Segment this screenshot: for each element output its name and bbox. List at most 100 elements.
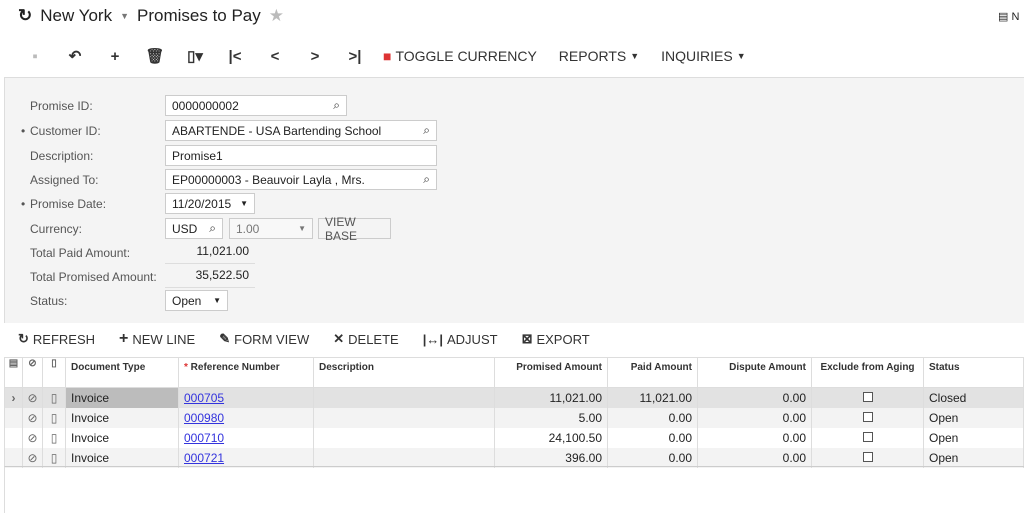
promised-amount-cell[interactable]: 11,021.00	[494, 387, 608, 408]
new-line-button[interactable]: + NEW LINE	[119, 330, 195, 348]
reference-number-link[interactable]: 000980	[184, 411, 224, 425]
col-reference-number[interactable]: * Reference Number	[178, 357, 314, 388]
toggle-currency-button[interactable]: ■ TOGGLE CURRENCY	[383, 48, 537, 64]
col-promised-amount[interactable]: Promised Amount	[494, 357, 608, 388]
document-type-cell[interactable]: Invoice	[65, 387, 179, 408]
first-record-icon[interactable]: |<	[215, 44, 255, 68]
document-type-cell[interactable]: Invoice	[65, 427, 179, 448]
undo-icon[interactable]: ↶	[55, 44, 95, 68]
row-selector[interactable]	[4, 447, 23, 468]
promise-id-value: 0000000002	[172, 98, 239, 113]
form-view-button[interactable]: ✎ FORM VIEW	[219, 330, 309, 348]
exclude-checkbox[interactable]	[862, 451, 873, 462]
document-type-cell[interactable]: Invoice	[65, 407, 179, 428]
adjust-button[interactable]: |↔| ADJUST	[423, 330, 498, 348]
col-paid-amount[interactable]: Paid Amount	[607, 357, 698, 388]
promised-amount-cell[interactable]: 396.00	[494, 447, 608, 468]
attachment-icon[interactable]: ⊘	[22, 387, 43, 408]
table-row[interactable]: › ⊘ ▯ Invoice 000705 11,021.00 11,021.00…	[4, 387, 1024, 408]
promised-amount-cell[interactable]: 5.00	[494, 407, 608, 428]
delete-button[interactable]: ✕ DELETE	[333, 330, 398, 348]
exclude-from-aging-cell	[811, 387, 924, 408]
last-record-icon[interactable]: >|	[335, 44, 375, 68]
exclude-checkbox[interactable]	[862, 411, 873, 422]
clipboard-icon[interactable]: ▯▾	[175, 44, 215, 68]
attachment-icon[interactable]: ⊘	[22, 447, 43, 468]
page-title: Promises to Pay	[137, 6, 261, 25]
customer-id-field[interactable]: ABARTENDE - USA Bartending School ⌕	[165, 120, 437, 141]
attachment-icon[interactable]: ⊘	[22, 407, 43, 428]
form-view-label: FORM VIEW	[234, 331, 310, 347]
row-selector[interactable]: ›	[4, 387, 23, 408]
reference-number-link[interactable]: 000721	[184, 451, 224, 465]
previous-record-icon[interactable]: <	[255, 44, 295, 68]
col-description[interactable]: Description	[313, 357, 495, 388]
chevron-down-icon: ▼	[213, 296, 221, 305]
promise-date-field[interactable]: 11/20/2015 ▼	[165, 193, 255, 214]
documents-grid: ▤ ⊘ ▯ Document Type * Reference Number D…	[4, 357, 1024, 468]
inquiries-label: INQUIRIES	[661, 48, 733, 64]
exclude-checkbox[interactable]	[862, 391, 873, 402]
description-cell[interactable]	[313, 407, 495, 428]
note-icon[interactable]: ▯	[42, 387, 66, 408]
currency-field[interactable]: USD ⌕	[165, 218, 223, 239]
save-icon[interactable]: ▪	[15, 44, 55, 68]
status-field[interactable]: Open ▼	[165, 290, 228, 311]
row-selector-icon[interactable]: ▤	[4, 357, 23, 388]
reports-menu[interactable]: REPORTS ▼	[559, 48, 639, 64]
currency-rate-value: 1.00	[236, 221, 260, 236]
dispute-amount-cell: 0.00	[697, 407, 812, 428]
chevron-down-icon[interactable]: ▼	[120, 11, 129, 21]
currency-rate-field[interactable]: 1.00 ▼	[229, 218, 313, 239]
add-icon[interactable]: +	[95, 44, 135, 68]
chevron-down-icon: ▼	[298, 224, 306, 233]
search-icon[interactable]: ⌕	[209, 221, 216, 236]
search-icon[interactable]: ⌕	[333, 98, 340, 113]
table-row[interactable]: ⊘ ▯ Invoice 000980 5.00 0.00 0.00 Open	[4, 407, 1024, 428]
inquiries-menu[interactable]: INQUIRIES ▼	[661, 48, 746, 64]
promised-amount-cell[interactable]: 24,100.50	[494, 427, 608, 448]
chevron-down-icon[interactable]: ▼	[240, 199, 248, 208]
table-row[interactable]: ⊘ ▯ Invoice 000710 24,100.50 0.00 0.00 O…	[4, 427, 1024, 448]
note-icon[interactable]: ▯	[42, 427, 66, 448]
col-exclude-from-aging[interactable]: Exclude from Aging	[811, 357, 924, 388]
reference-number-link[interactable]: 000705	[184, 391, 224, 405]
table-row[interactable]: ⊘ ▯ Invoice 000721 396.00 0.00 0.00 Open	[4, 447, 1024, 468]
close-icon: ✕	[333, 331, 345, 346]
next-record-icon[interactable]: >	[295, 44, 335, 68]
description-cell[interactable]	[313, 387, 495, 408]
description-field[interactable]: Promise1	[165, 145, 437, 166]
delete-icon[interactable]: 🗑	[135, 44, 175, 68]
row-selector[interactable]	[4, 427, 23, 448]
document-type-cell[interactable]: Invoice	[65, 447, 179, 468]
view-base-button[interactable]: VIEW BASE	[318, 215, 391, 243]
assigned-to-field[interactable]: EP00000003 - Beauvoir Layla , Mrs. ⌕	[165, 169, 437, 190]
col-dispute-amount[interactable]: Dispute Amount	[697, 357, 812, 388]
col-document-type[interactable]: Document Type	[65, 357, 179, 388]
notes-link[interactable]: ▤ N	[998, 10, 1019, 23]
plus-icon: +	[119, 330, 129, 347]
refresh-button[interactable]: ↻ REFRESH	[18, 330, 95, 348]
description-cell[interactable]	[313, 447, 495, 468]
export-button[interactable]: ⊠ EXPORT	[522, 330, 590, 348]
refresh-label: REFRESH	[32, 331, 96, 347]
search-icon[interactable]: ⌕	[423, 172, 430, 187]
star-icon[interactable]: ★	[269, 6, 284, 26]
assigned-to-value: EP00000003 - Beauvoir Layla , Mrs.	[172, 172, 365, 187]
currency-value: USD	[172, 221, 198, 236]
note-icon[interactable]: ▯	[42, 407, 66, 428]
grid-footer	[4, 466, 1024, 513]
paid-amount-cell: 11,021.00	[607, 387, 698, 408]
branch-selector[interactable]: New York	[40, 6, 112, 26]
promise-id-field[interactable]: 0000000002 ⌕	[165, 95, 347, 116]
note-icon[interactable]: ▯	[42, 447, 66, 468]
row-selector[interactable]	[4, 407, 23, 428]
col-reference-number-label: Reference Number	[190, 362, 280, 373]
search-icon[interactable]: ⌕	[423, 123, 430, 138]
col-status[interactable]: Status	[923, 357, 1024, 388]
refresh-icon[interactable]: ↻	[18, 6, 32, 26]
reference-number-link[interactable]: 000710	[184, 431, 224, 445]
attachment-icon[interactable]: ⊘	[22, 427, 43, 448]
description-cell[interactable]	[313, 427, 495, 448]
exclude-checkbox[interactable]	[862, 431, 873, 442]
